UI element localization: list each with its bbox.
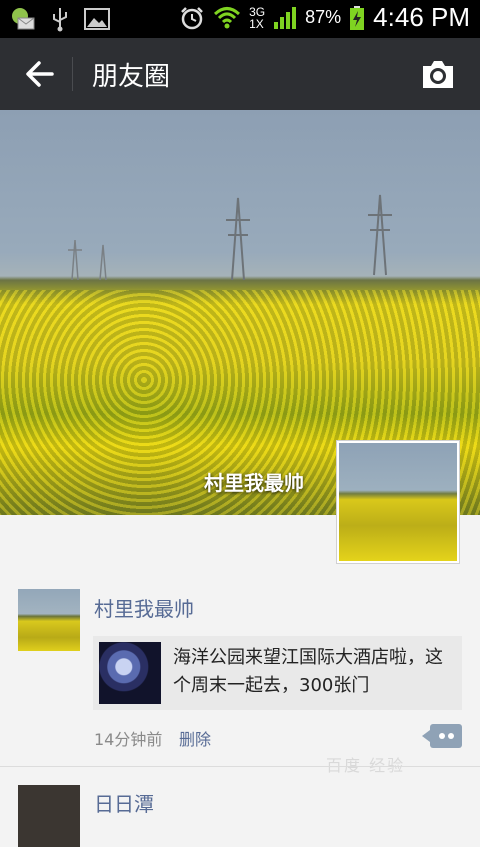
post-timestamp: 14分钟前 — [94, 730, 163, 749]
network-type-top: 3G — [249, 4, 266, 19]
network-type: 3G 1X — [249, 6, 265, 30]
battery-percent: 87% — [305, 7, 342, 27]
post-author-avatar[interactable] — [18, 589, 80, 651]
watermark: 百度 经验 — [326, 756, 406, 775]
status-bar: 3G 1X 87% 4:46 PM — [0, 0, 480, 38]
network-type-bottom: 1X — [249, 16, 264, 31]
image-notification-icon — [84, 8, 110, 30]
next-post-avatar[interactable] — [18, 785, 80, 847]
wifi-icon — [214, 6, 241, 28]
shared-link-thumbnail — [99, 642, 161, 704]
owner-avatar-image — [339, 443, 457, 561]
app-bar: 朋友圈 — [0, 38, 480, 110]
cover-owner-name: 村里我最帅 — [204, 471, 304, 495]
notification-icons — [10, 6, 110, 32]
shared-link-card[interactable]: 海洋公园来望江国际大酒店啦，这个周末一起去，300张门 — [93, 636, 462, 710]
clock: 4:46 PM — [373, 2, 470, 32]
shared-link-text: 海洋公园来望江国际大酒店啦，这个周末一起去，300张门 — [173, 647, 443, 696]
post-separator — [0, 766, 480, 767]
comment-button[interactable] — [422, 724, 462, 748]
battery-charging-icon — [350, 5, 365, 30]
page-title: 朋友圈 — [92, 62, 171, 92]
back-arrow-icon[interactable] — [22, 56, 58, 92]
appbar-divider — [72, 57, 73, 91]
comment-dot-icon — [448, 733, 454, 739]
power-towers — [68, 194, 392, 281]
delete-post-link[interactable]: 删除 — [179, 726, 211, 750]
alarm-icon — [181, 6, 204, 29]
system-indicators: 3G 1X 87% 4:46 PM — [179, 2, 470, 33]
signal-strength-icon — [274, 6, 297, 29]
camera-icon[interactable] — [420, 57, 456, 91]
usb-icon — [53, 8, 67, 32]
moment-post: 村里我最帅 海洋公园来望江国际大酒店啦，这个周末一起去，300张门 14分钟前 … — [0, 565, 480, 765]
next-post-author-name[interactable]: 日日潭 — [94, 788, 154, 817]
mail-notification-icon — [12, 8, 35, 30]
post-author-name[interactable]: 村里我最帅 — [94, 593, 194, 622]
owner-avatar[interactable] — [336, 440, 460, 564]
comment-dot-icon — [439, 733, 445, 739]
